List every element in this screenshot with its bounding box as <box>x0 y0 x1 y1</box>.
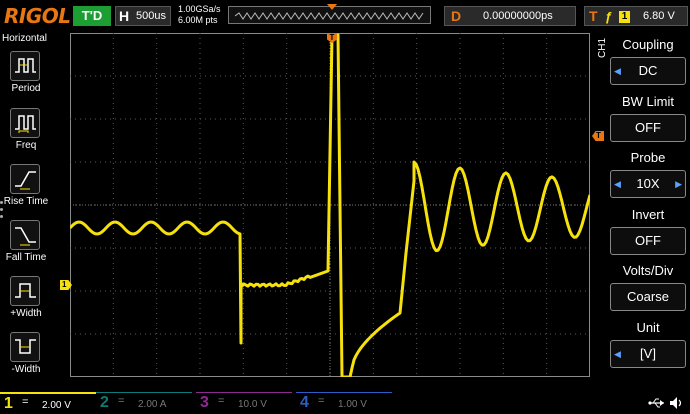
period-icon <box>10 51 40 81</box>
run-state-badge[interactable]: T'D <box>73 6 111 26</box>
ch4-coupling-icon: = <box>318 395 325 407</box>
unit-softkey[interactable]: Unit ◀ [V] <box>608 318 688 370</box>
ch1-coupling-icon: = <box>22 396 29 408</box>
volts-div-value: Coarse <box>627 289 669 304</box>
measure-positive-width-button[interactable]: +Width <box>6 276 46 326</box>
coupling-softkey[interactable]: Coupling ◀ DC <box>608 35 688 87</box>
probe-value-box[interactable]: ◀ 10X ▶ <box>610 170 686 198</box>
brand-logo: RIGOL <box>4 4 71 28</box>
delay-value: 0.00000000ps <box>483 10 553 22</box>
ch1-tab[interactable]: 1 = 2.00 V <box>0 392 96 414</box>
ch3-number: 3 <box>200 394 209 411</box>
unit-value: [V] <box>640 346 656 361</box>
period-label: Period <box>11 83 41 94</box>
bw-limit-value: OFF <box>635 120 661 135</box>
waveform-display[interactable] <box>70 33 590 377</box>
ch4-scale: 1.00 V <box>338 399 367 410</box>
ch1-scale: 2.00 V <box>42 400 71 411</box>
status-bar: RIGOL T'D H 500us 1.00GSa/s 6.00M pts D … <box>0 0 690 33</box>
measure-negative-width-button[interactable]: -Width <box>6 332 46 382</box>
sample-rate: 1.00GSa/s <box>178 4 221 14</box>
invert-value-box[interactable]: OFF <box>610 227 686 255</box>
volts-div-softkey[interactable]: Volts/Div Coarse <box>608 261 688 313</box>
timebase-value: 500us <box>136 10 166 22</box>
unit-title: Unit <box>636 320 660 335</box>
trigger-level: 6.80 V <box>643 10 675 22</box>
ch2-coupling-icon: = <box>118 395 125 407</box>
ch4-tab[interactable]: 4 = 1.00 V <box>296 392 392 414</box>
negative-width-icon <box>10 332 40 362</box>
measure-menu: Horizontal Period Freq Rise Time Fall Ti… <box>0 33 50 388</box>
invert-value: OFF <box>635 233 661 248</box>
invert-title: Invert <box>631 207 665 222</box>
coupling-value-box[interactable]: ◀ DC <box>610 57 686 85</box>
positive-width-label: +Width <box>10 308 42 319</box>
horizontal-label: H <box>119 8 130 24</box>
bw-limit-value-box[interactable]: OFF <box>610 114 686 142</box>
menu-page-indicator <box>0 201 4 222</box>
measure-freq-button[interactable]: Freq <box>6 108 46 158</box>
invert-softkey[interactable]: Invert OFF <box>608 205 688 257</box>
coupling-value: DC <box>638 63 658 78</box>
freq-icon <box>10 108 40 138</box>
coupling-title: Coupling <box>622 37 674 52</box>
right-arrow-icon: ▶ <box>675 179 682 189</box>
left-arrow-icon: ◀ <box>614 349 621 359</box>
trigger-position-icon <box>327 4 337 10</box>
usb-icon <box>648 398 664 408</box>
speaker-icon[interactable] <box>669 396 685 410</box>
trigger-label: T <box>589 8 598 24</box>
edge-trigger-icon: ƒ <box>605 9 613 24</box>
probe-value: 10X <box>636 176 660 191</box>
acquisition-info: 1.00GSa/s 6.00M pts <box>178 4 221 26</box>
measure-period-button[interactable]: Period <box>6 51 46 101</box>
ch3-scale: 10.0 V <box>238 399 267 410</box>
measure-rise-time-button[interactable]: Rise Time <box>4 164 48 214</box>
left-arrow-icon: ◀ <box>614 179 621 189</box>
channel-bar: 1 = 2.00 V 2 = 2.00 A 3 = 10.0 V 4 = 1.0… <box>0 392 690 414</box>
bw-limit-softkey[interactable]: BW Limit OFF <box>608 92 688 144</box>
fall-time-icon <box>10 220 40 250</box>
trigger-indicator[interactable]: T ƒ 1 6.80 V <box>584 6 688 26</box>
ch3-tab[interactable]: 3 = 10.0 V <box>196 392 292 414</box>
ch1-number: 1 <box>4 395 13 412</box>
unit-value-box[interactable]: ◀ [V] <box>610 340 686 368</box>
bw-limit-title: BW Limit <box>622 94 674 109</box>
measure-fall-time-button[interactable]: Fall Time <box>6 220 46 270</box>
probe-title: Probe <box>630 150 666 165</box>
volts-div-value-box[interactable]: Coarse <box>610 283 686 311</box>
ch2-number: 2 <box>100 394 109 411</box>
negative-width-label: -Width <box>11 364 41 375</box>
rise-time-label: Rise Time <box>3 196 49 207</box>
volts-div-title: Volts/Div <box>622 263 674 278</box>
freq-label: Freq <box>15 140 37 151</box>
rise-time-icon <box>10 164 40 194</box>
memory-waveform-icon <box>235 12 424 20</box>
fall-time-label: Fall Time <box>5 252 47 263</box>
memory-overview[interactable] <box>228 4 431 24</box>
ch4-number: 4 <box>300 394 309 411</box>
memory-depth: 6.00M pts <box>178 15 218 25</box>
channel-menu: Coupling ◀ DC BW Limit OFF Probe ◀ 10X ▶ In… <box>593 33 690 378</box>
left-arrow-icon: ◀ <box>614 66 621 76</box>
ch3-coupling-icon: = <box>218 395 225 407</box>
ch2-scale: 2.00 A <box>138 399 167 410</box>
graticule <box>70 33 590 377</box>
timebase-indicator[interactable]: H 500us <box>115 6 171 26</box>
ch2-tab[interactable]: 2 = 2.00 A <box>96 392 192 414</box>
trigger-source: 1 <box>619 11 630 23</box>
positive-width-icon <box>10 276 40 306</box>
probe-softkey[interactable]: Probe ◀ 10X ▶ <box>608 148 688 200</box>
delay-label: D <box>451 8 462 24</box>
delay-indicator[interactable]: D 0.00000000ps <box>444 6 576 26</box>
measure-menu-title: Horizontal <box>2 33 48 44</box>
ch1-waveform-trace <box>70 33 590 377</box>
